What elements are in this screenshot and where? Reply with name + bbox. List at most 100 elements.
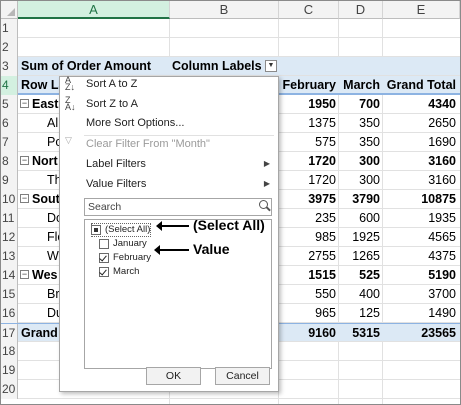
grand-total-label: Grand xyxy=(21,326,58,340)
total-value: 4340 xyxy=(428,97,456,111)
row-number[interactable]: 2 xyxy=(1,38,18,57)
more-sort-options[interactable]: More Sort Options... xyxy=(60,113,278,133)
row-label: Wes xyxy=(32,268,58,282)
sheet-row: 2 xyxy=(1,38,460,57)
spreadsheet: A B C D E 1 2 3 Sum of Order Amount Colu… xyxy=(0,0,461,405)
row-label: Nort xyxy=(32,154,58,168)
mar-value: 600 xyxy=(359,211,380,225)
row-number[interactable]: 10 xyxy=(1,190,18,209)
total-value: 1690 xyxy=(428,135,456,149)
callout-value: Value xyxy=(193,241,230,257)
february-checkbox[interactable] xyxy=(99,253,109,263)
mar-value: 1925 xyxy=(352,230,380,244)
mar-value: 1265 xyxy=(352,249,380,263)
feb-value: 2755 xyxy=(308,249,336,263)
row-number[interactable]: 20 xyxy=(1,380,18,399)
row-number[interactable]: 6 xyxy=(1,114,18,133)
sort-az-icon: A Z↓ xyxy=(65,75,75,92)
row-number[interactable]: 17 xyxy=(1,324,18,343)
row-labels-header: Row La xyxy=(21,78,61,92)
feb-value: 1375 xyxy=(308,116,336,130)
callout-arrow-value xyxy=(154,245,189,255)
pivot-values-header: Sum of Order Amount xyxy=(21,59,152,73)
row-number[interactable]: 7 xyxy=(1,133,18,152)
feb-value: 1720 xyxy=(308,173,336,187)
row-number[interactable]: 3 xyxy=(1,57,18,76)
select-all-checkbox[interactable] xyxy=(91,225,101,235)
search-placeholder: Search xyxy=(88,201,122,213)
total-value: 3160 xyxy=(428,154,456,168)
collapse-button[interactable]: − xyxy=(20,194,29,203)
callout-select-all: (Select All) xyxy=(193,217,265,233)
total-value: 5190 xyxy=(428,268,456,282)
total-value: 1490 xyxy=(428,306,456,320)
column-labels-filter-button[interactable]: ▼ xyxy=(265,60,277,72)
row-number[interactable]: 8 xyxy=(1,152,18,171)
mar-value: 350 xyxy=(359,135,380,149)
march-checkbox[interactable] xyxy=(99,267,109,277)
row-number[interactable]: 13 xyxy=(1,247,18,266)
ok-button[interactable]: OK xyxy=(146,367,201,385)
label-filters[interactable]: Label Filters ▶ xyxy=(60,154,278,174)
cancel-button[interactable]: Cancel xyxy=(215,367,270,385)
row-number[interactable]: 1 xyxy=(1,19,18,38)
callout-arrow-select-all xyxy=(156,221,189,231)
total-value: 4565 xyxy=(428,230,456,244)
column-header-b[interactable]: B xyxy=(170,1,279,19)
sort-z-to-a[interactable]: Z A↓ Sort Z to A xyxy=(60,94,278,114)
value-filters-label: Value Filters xyxy=(86,178,147,190)
feb-value: 575 xyxy=(315,135,336,149)
feb-value: 235 xyxy=(315,211,336,225)
total-value: 2650 xyxy=(428,116,456,130)
row-number[interactable]: 16 xyxy=(1,304,18,323)
total-value: 10875 xyxy=(421,192,456,206)
january-checkbox[interactable] xyxy=(99,239,109,249)
row-number[interactable]: 11 xyxy=(1,209,18,228)
sort-a-to-z[interactable]: A Z↓ Sort A to Z xyxy=(60,74,278,94)
row-label: Sout xyxy=(32,192,60,206)
row-number[interactable]: 18 xyxy=(1,342,18,361)
value-filters[interactable]: Value Filters ▶ xyxy=(60,174,278,194)
feb-value: 1720 xyxy=(308,154,336,168)
feb-value: 1515 xyxy=(308,268,336,282)
column-header-e[interactable]: E xyxy=(383,1,460,19)
row-number[interactable]: 15 xyxy=(1,285,18,304)
column-header-c[interactable]: C xyxy=(279,1,339,19)
grand-total: 23565 xyxy=(421,326,456,340)
submenu-arrow-icon: ▶ xyxy=(263,159,270,168)
row-label: East xyxy=(32,97,59,111)
column-labels-header: Column Labels xyxy=(172,59,262,73)
sheet-row: 1 xyxy=(1,19,460,38)
filter-item-label: March xyxy=(113,266,140,277)
row-number[interactable]: 14 xyxy=(1,266,18,285)
column-header-d[interactable]: D xyxy=(339,1,383,19)
mar-value: 300 xyxy=(359,154,380,168)
col-header-march: March xyxy=(343,78,380,92)
collapse-button[interactable]: − xyxy=(20,156,29,165)
search-icon xyxy=(259,200,268,209)
select-all-corner[interactable] xyxy=(1,1,18,19)
grand-feb: 9160 xyxy=(308,326,336,340)
row-number[interactable]: 12 xyxy=(1,228,18,247)
row-number[interactable]: 4 xyxy=(1,76,18,95)
filter-item-january[interactable]: January xyxy=(97,237,147,251)
clear-filter-icon: ▽ xyxy=(65,135,72,145)
filter-item-march[interactable]: March xyxy=(97,265,139,279)
mar-value: 300 xyxy=(359,173,380,187)
filter-list: (Select All) January February March xyxy=(84,219,272,369)
feb-value: 550 xyxy=(315,287,336,301)
filter-item-select-all[interactable]: (Select All) xyxy=(89,223,151,237)
filter-item-february[interactable]: February xyxy=(97,251,151,265)
column-header-a[interactable]: A xyxy=(18,1,170,19)
submenu-arrow-icon: ▶ xyxy=(263,179,270,188)
row-number[interactable]: 5 xyxy=(1,95,18,114)
search-input[interactable]: Search xyxy=(84,198,272,216)
collapse-button[interactable]: − xyxy=(20,99,29,108)
row-number[interactable]: 19 xyxy=(1,361,18,380)
collapse-button[interactable]: − xyxy=(20,270,29,279)
row-number[interactable]: 9 xyxy=(1,171,18,190)
mar-value: 3790 xyxy=(352,192,380,206)
total-value: 3160 xyxy=(428,173,456,187)
mar-value: 700 xyxy=(359,97,380,111)
mar-value: 400 xyxy=(359,287,380,301)
